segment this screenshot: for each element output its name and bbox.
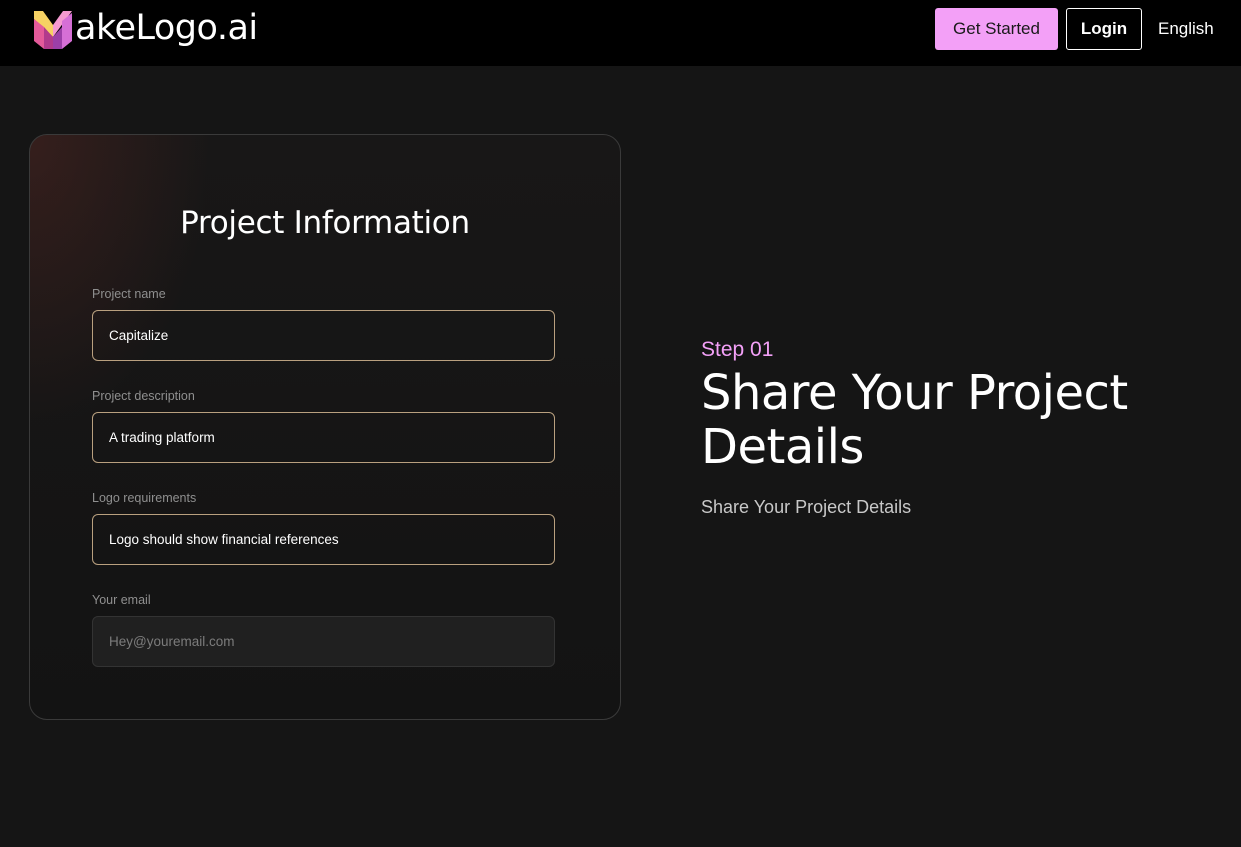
step-title: Share Your Project Details xyxy=(701,365,1128,475)
project-name-label: Project name xyxy=(92,287,166,301)
card-title: Project Information xyxy=(180,205,470,241)
project-description-input[interactable] xyxy=(92,412,555,463)
login-button[interactable]: Login xyxy=(1066,8,1142,50)
language-selector[interactable]: English xyxy=(1158,19,1214,39)
makelogo-m-icon xyxy=(34,11,72,49)
step-subtitle: Share Your Project Details xyxy=(701,497,912,517)
get-started-button[interactable]: Get Started xyxy=(935,8,1058,50)
brand-name: akeLogo.ai xyxy=(75,8,258,48)
project-info-card: Project Information Project name Project… xyxy=(29,134,621,720)
step-label: Step 01 xyxy=(701,338,774,361)
top-nav: akeLogo.ai Get Started Login English xyxy=(0,0,1241,66)
logo-requirements-input[interactable] xyxy=(92,514,555,565)
project-name-input[interactable] xyxy=(92,310,555,361)
logo-requirements-label: Logo requirements xyxy=(92,491,197,505)
email-field[interactable] xyxy=(92,616,555,667)
project-description-label: Project description xyxy=(92,389,195,403)
email-label: Your email xyxy=(92,593,151,607)
brand-logo[interactable]: akeLogo.ai xyxy=(32,6,258,50)
